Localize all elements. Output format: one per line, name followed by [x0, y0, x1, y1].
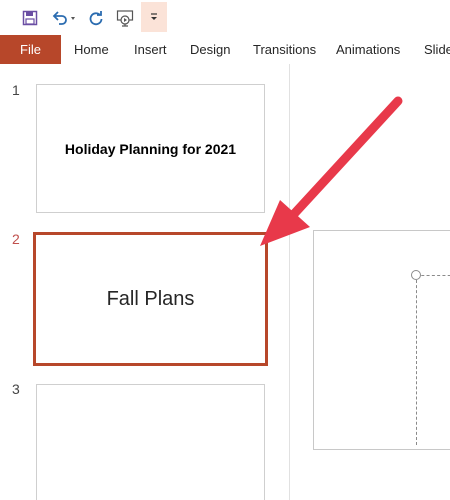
- redo-icon: [88, 10, 104, 26]
- quick-access-toolbar: [0, 0, 450, 35]
- ribbon-tabs: File Home Insert Design Transitions Anim…: [0, 35, 450, 64]
- tab-home[interactable]: Home: [74, 35, 109, 64]
- undo-button[interactable]: [48, 5, 82, 31]
- slide-number: 1: [12, 82, 20, 98]
- tab-file[interactable]: File: [0, 35, 61, 64]
- customize-icon: [149, 11, 159, 23]
- save-button[interactable]: [18, 5, 42, 31]
- slide-thumbnail-1[interactable]: Holiday Planning for 2021: [36, 84, 265, 213]
- resize-handle[interactable]: [411, 270, 421, 280]
- tab-design[interactable]: Design: [190, 35, 230, 64]
- tab-animations[interactable]: Animations: [336, 35, 400, 64]
- present-icon: [116, 9, 134, 27]
- present-button[interactable]: [113, 5, 137, 31]
- undo-icon: [51, 10, 79, 26]
- tab-slide-show[interactable]: Slide: [424, 35, 450, 64]
- slide-thumbnail-2[interactable]: Fall Plans: [33, 232, 268, 366]
- text-placeholder[interactable]: [416, 275, 450, 445]
- slide-thumbnail-title: Holiday Planning for 2021: [64, 140, 237, 157]
- slide-thumbnails-pane: 1 Holiday Planning for 2021 2 Fall Plans…: [0, 64, 288, 500]
- slide-thumbnail-title: Fall Plans: [106, 287, 195, 310]
- slide-thumbnail-3[interactable]: [36, 384, 265, 500]
- customize-toolbar-button[interactable]: [141, 2, 167, 32]
- tab-transitions[interactable]: Transitions: [253, 35, 316, 64]
- slide-number: 3: [12, 381, 20, 397]
- pane-splitter[interactable]: [289, 64, 290, 500]
- save-icon: [22, 10, 38, 26]
- tab-insert[interactable]: Insert: [134, 35, 167, 64]
- redo-button[interactable]: [85, 5, 107, 31]
- slide-number: 2: [12, 231, 20, 247]
